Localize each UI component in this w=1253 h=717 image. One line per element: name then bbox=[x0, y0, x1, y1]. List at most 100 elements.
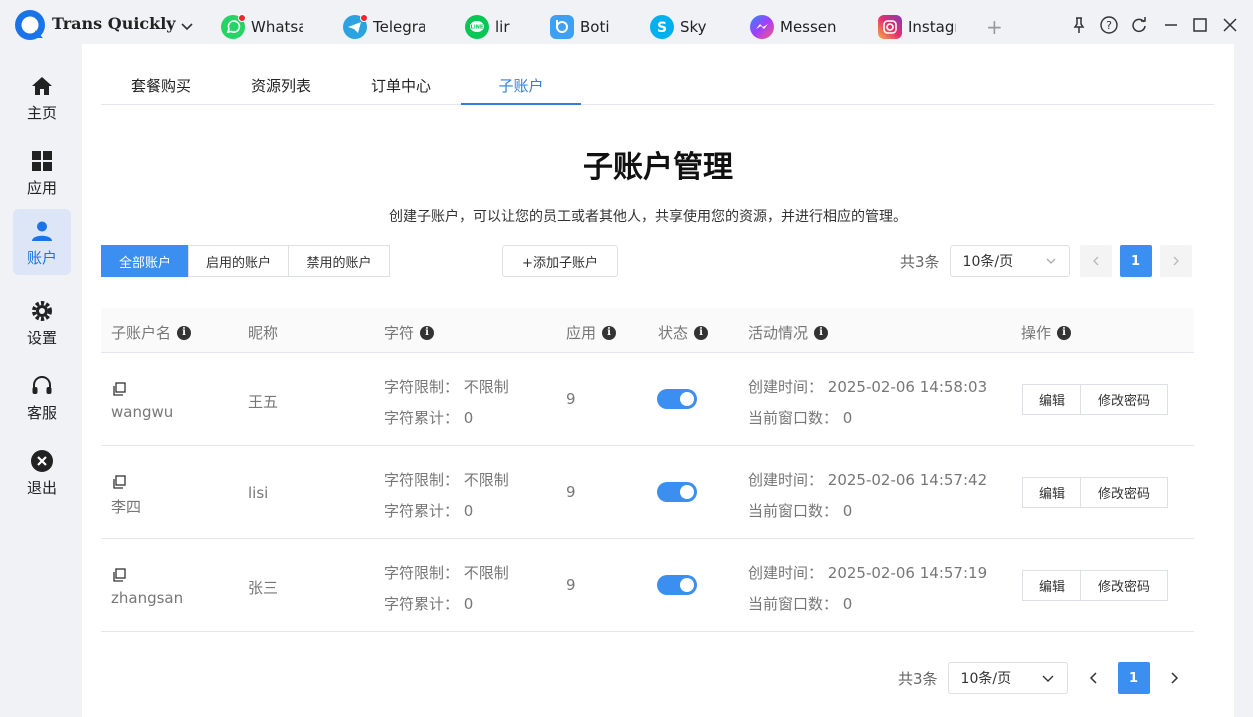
svg-text:LINE: LINE bbox=[471, 25, 484, 31]
line-icon: LINE bbox=[465, 15, 489, 39]
close-icon[interactable] bbox=[1220, 15, 1240, 35]
info-icon: i bbox=[420, 325, 435, 340]
sidebar-item-settings[interactable]: 设置 bbox=[13, 289, 71, 353]
edit-button[interactable]: 编辑 bbox=[1022, 570, 1082, 601]
username-cell: 李四 bbox=[111, 498, 142, 516]
tab-resource-list[interactable]: 资源列表 bbox=[249, 72, 313, 105]
instagram-icon bbox=[878, 15, 902, 39]
add-sub-account-button[interactable]: +添加子账户 bbox=[502, 245, 618, 277]
refresh-icon[interactable] bbox=[1129, 15, 1149, 35]
apps-grid-icon bbox=[32, 151, 52, 171]
col-nickname: 昵称 bbox=[248, 324, 279, 342]
prev-page-button[interactable] bbox=[1078, 662, 1110, 694]
sidebar-item-apps[interactable]: 应用 bbox=[13, 139, 71, 203]
table-header: 子账户名 i 昵称 字符 i 应用 i 状态 i 活动情况 i 操作 i bbox=[101, 308, 1194, 353]
nickname-cell: 张三 bbox=[248, 579, 279, 597]
created-time-cell: 创建时间： 2025-02-06 14:57:42 bbox=[748, 471, 988, 489]
pagination-top: 共3条 10条/页 1 bbox=[900, 245, 1200, 277]
username-cell: wangwu bbox=[111, 403, 174, 421]
sidebar: 主页 应用 账户 设置 客服 退出 bbox=[0, 54, 82, 717]
edit-button[interactable]: 编辑 bbox=[1022, 384, 1082, 415]
app-tab-messenger[interactable]: Messen bbox=[750, 14, 840, 40]
created-time-cell: 创建时间： 2025-02-06 14:58:03 bbox=[748, 378, 988, 396]
home-icon bbox=[32, 77, 52, 95]
window-count-cell: 当前窗口数： 0 bbox=[748, 409, 853, 427]
filter-all-accounts[interactable]: 全部账户 bbox=[101, 245, 189, 277]
col-apps: 应用 i bbox=[566, 322, 617, 343]
chevron-down-icon[interactable] bbox=[180, 19, 194, 33]
tab-sub-account[interactable]: 子账户 bbox=[461, 72, 581, 105]
sidebar-item-support[interactable]: 客服 bbox=[13, 364, 71, 428]
info-icon: i bbox=[1057, 325, 1072, 340]
app-tab-skype[interactable]: S Sky bbox=[650, 14, 710, 40]
copy-icon[interactable] bbox=[111, 381, 127, 397]
app-brand: Trans Quickly bbox=[52, 14, 176, 33]
tab-order-center[interactable]: 订单中心 bbox=[369, 72, 433, 105]
edit-button[interactable]: 编辑 bbox=[1022, 477, 1082, 508]
page-size-select[interactable]: 10条/页 bbox=[949, 245, 1070, 277]
chevron-right-icon bbox=[1171, 672, 1178, 684]
account-filter-group: 全部账户 启用的账户 禁用的账户 bbox=[101, 245, 390, 277]
tab-package-purchase[interactable]: 套餐购买 bbox=[129, 72, 193, 105]
nickname-cell: lisi bbox=[248, 484, 269, 502]
char-limit-cell: 字符限制： 不限制 bbox=[384, 378, 509, 396]
table-row: zhangsan 张三 字符限制： 不限制 字符累计： 0 9 创建时间： 20… bbox=[101, 539, 1194, 632]
messenger-icon bbox=[750, 15, 774, 39]
status-toggle[interactable] bbox=[657, 482, 697, 502]
char-total-cell: 字符累计： 0 bbox=[384, 595, 474, 613]
sidebar-item-logout[interactable]: 退出 bbox=[13, 439, 71, 503]
apps-count-cell: 9 bbox=[566, 390, 576, 408]
page-number-button[interactable]: 1 bbox=[1117, 662, 1150, 694]
change-password-button[interactable]: 修改密码 bbox=[1080, 477, 1168, 508]
sidebar-item-home[interactable]: 主页 bbox=[13, 64, 71, 128]
minimize-icon[interactable] bbox=[1161, 15, 1181, 35]
info-icon: i bbox=[602, 325, 617, 340]
change-password-button[interactable]: 修改密码 bbox=[1080, 384, 1168, 415]
col-actions: 操作 i bbox=[1021, 322, 1072, 343]
status-toggle[interactable] bbox=[657, 575, 697, 595]
apps-count-cell: 9 bbox=[566, 483, 576, 501]
app-tab-line[interactable]: LINE lir bbox=[465, 14, 513, 40]
page-size-select[interactable]: 10条/页 bbox=[947, 662, 1068, 694]
maximize-icon[interactable] bbox=[1190, 15, 1210, 35]
chevron-right-icon bbox=[1173, 256, 1179, 266]
tab-bar: 套餐购买 资源列表 订单中心 子账户 bbox=[101, 72, 1214, 105]
window-count-cell: 当前窗口数： 0 bbox=[748, 502, 853, 520]
status-toggle[interactable] bbox=[657, 389, 697, 409]
pin-icon[interactable] bbox=[1069, 15, 1089, 35]
info-icon: i bbox=[177, 325, 192, 340]
copy-icon[interactable] bbox=[111, 567, 127, 583]
info-icon: i bbox=[814, 325, 829, 340]
add-tab-button[interactable]: + bbox=[986, 15, 1003, 39]
filter-disabled-accounts[interactable]: 禁用的账户 bbox=[288, 245, 390, 277]
skype-icon: S bbox=[650, 15, 674, 39]
info-icon: i bbox=[694, 325, 709, 340]
app-tab-instagram[interactable]: Instagr bbox=[878, 14, 956, 40]
char-total-cell: 字符累计： 0 bbox=[384, 409, 474, 427]
next-page-button[interactable] bbox=[1159, 245, 1192, 277]
svg-text:S: S bbox=[657, 20, 667, 36]
help-icon[interactable]: ? bbox=[1099, 15, 1119, 35]
app-tab-whatsapp[interactable]: Whatsa bbox=[221, 14, 303, 40]
table-row: wangwu 王五 字符限制： 不限制 字符累计： 0 9 创建时间： 2025… bbox=[101, 353, 1194, 446]
copy-icon[interactable] bbox=[111, 474, 127, 490]
user-icon bbox=[32, 221, 52, 241]
sidebar-item-account[interactable]: 账户 bbox=[13, 209, 71, 275]
prev-page-button[interactable] bbox=[1079, 245, 1112, 277]
page-title: 子账户管理 bbox=[583, 150, 733, 185]
filter-enabled-accounts[interactable]: 启用的账户 bbox=[188, 245, 289, 277]
page-number-button[interactable]: 1 bbox=[1119, 245, 1152, 277]
chevron-down-icon bbox=[1046, 258, 1056, 264]
app-tab-telegram[interactable]: Telegra bbox=[343, 14, 425, 40]
next-page-button[interactable] bbox=[1158, 662, 1190, 694]
app-tab-botim[interactable]: Boti bbox=[550, 14, 612, 40]
svg-text:?: ? bbox=[1106, 19, 1112, 32]
pagination-total: 共3条 bbox=[900, 252, 940, 271]
trans-quickly-logo-icon bbox=[15, 10, 45, 40]
headset-icon bbox=[32, 376, 52, 394]
nickname-cell: 王五 bbox=[248, 393, 279, 411]
char-limit-cell: 字符限制： 不限制 bbox=[384, 471, 509, 489]
botim-icon bbox=[550, 15, 574, 39]
change-password-button[interactable]: 修改密码 bbox=[1080, 570, 1168, 601]
char-limit-cell: 字符限制： 不限制 bbox=[384, 564, 509, 582]
